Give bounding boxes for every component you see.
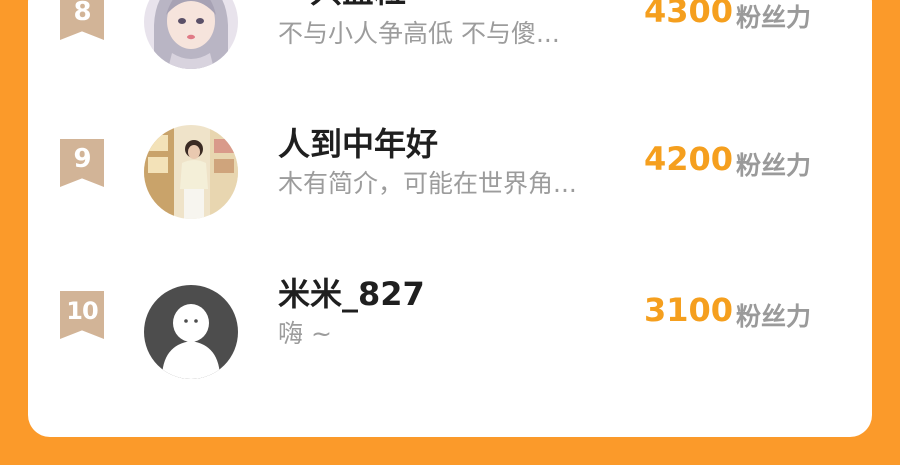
rank-badge: 8 (60, 0, 104, 40)
user-name[interactable]: 米米_827 (278, 269, 425, 315)
anime-girl-avatar-icon[interactable] (144, 0, 238, 69)
user-name[interactable]: 人到中年好 (278, 119, 438, 165)
fan-power-score: 4200 (644, 140, 734, 178)
ranking-card: 8 一只盐粒 不与小人争高低 不与傻... 4300 粉丝力 9 (28, 0, 872, 437)
rank-number: 8 (73, 0, 91, 27)
rank-badge: 9 (60, 139, 104, 187)
ranking-row[interactable]: 8 一只盐粒 不与小人争高低 不与傻... 4300 粉丝力 (28, 0, 872, 90)
ranking-row[interactable]: 10 米米_827 嗨 ~ 3100 粉丝力 (28, 275, 872, 403)
rank-number: 10 (66, 297, 98, 325)
fan-power-unit: 粉丝力 (736, 151, 812, 180)
ranking-row[interactable]: 9 人到中年好 木有简介，可能在世界角... 4200 粉丝力 (28, 125, 872, 245)
default-person-avatar-icon[interactable] (144, 285, 238, 379)
user-name[interactable]: 一只盐粒 (278, 0, 406, 12)
user-bio: 木有简介，可能在世界角... (278, 169, 577, 198)
fan-power-score: 4300 (644, 0, 734, 30)
rank-badge: 10 (60, 291, 104, 339)
user-bio: 不与小人争高低 不与傻... (278, 19, 560, 48)
photo-woman-avatar-icon[interactable] (144, 125, 238, 219)
fan-power-score: 3100 (644, 291, 734, 329)
user-bio: 嗨 ~ (278, 319, 332, 348)
fan-power-unit: 粉丝力 (736, 302, 812, 331)
fan-power-unit: 粉丝力 (736, 3, 812, 32)
rank-number: 9 (73, 144, 91, 174)
